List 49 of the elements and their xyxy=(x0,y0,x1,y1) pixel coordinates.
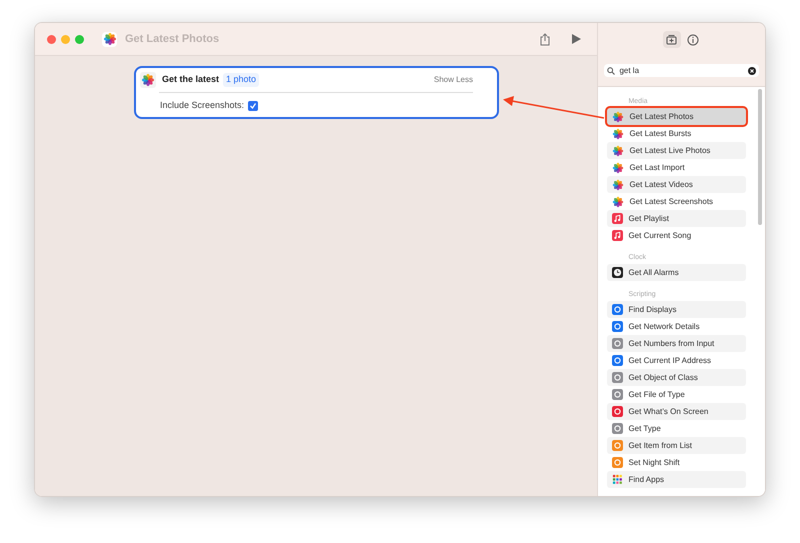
photos-icon xyxy=(612,110,624,122)
app-icon xyxy=(102,32,116,46)
photos-icon xyxy=(612,178,624,190)
action-list-item[interactable]: Get Object of Class xyxy=(607,369,746,386)
action-list-item[interactable]: Get Latest Screenshots xyxy=(607,193,746,210)
action-list-item[interactable]: Get Item from List xyxy=(607,437,746,454)
action-list-item[interactable]: Get Last Import xyxy=(607,159,746,176)
photos-icon xyxy=(612,196,624,208)
action-list-item[interactable]: Get Current Song xyxy=(607,227,746,244)
show-less-link[interactable]: Show Less xyxy=(434,74,473,86)
action-list-item[interactable]: Find Apps xyxy=(607,471,746,488)
option-label: Include Screenshots: xyxy=(160,99,244,112)
checkmark-icon xyxy=(249,102,258,110)
checkbox[interactable] xyxy=(248,100,258,111)
action-list-item[interactable]: Get Numbers from Input xyxy=(607,335,746,352)
photos-icon xyxy=(612,144,624,156)
photos-icon xyxy=(612,162,624,174)
photos-icon xyxy=(612,128,624,140)
scrollbar[interactable] xyxy=(758,89,762,225)
action-list-item[interactable]: Get Latest Live Photos xyxy=(607,142,746,159)
action-list-item[interactable]: Get Current IP Address xyxy=(607,352,746,369)
app-grid-icon xyxy=(612,474,624,485)
photos-icon xyxy=(141,73,155,87)
clear-icon[interactable] xyxy=(748,66,756,74)
action-list-item[interactable]: Get Latest Videos xyxy=(607,176,746,193)
action-list-item[interactable]: Get Network Details xyxy=(607,318,746,335)
action-list-item[interactable]: Get All Alarms xyxy=(607,264,746,281)
play-icon[interactable] xyxy=(571,34,582,44)
action-list-item[interactable]: Get Playlist xyxy=(607,210,746,227)
share-icon[interactable] xyxy=(539,32,552,46)
photo-count-token[interactable]: 1 photo xyxy=(223,73,260,87)
close-button[interactable] xyxy=(47,34,56,44)
action-list-item[interactable]: Get Latest Photos xyxy=(607,108,746,125)
window-title: Get Latest Photos xyxy=(125,32,220,47)
library-button[interactable] xyxy=(662,31,681,48)
action-list-item[interactable]: Get File of Type xyxy=(607,386,746,403)
action-list-item[interactable]: Set Night Shift xyxy=(607,454,746,471)
action-list-item[interactable]: Get What’s On Screen xyxy=(607,403,746,420)
action-list-item[interactable]: Get Type xyxy=(607,420,746,437)
clock-icon xyxy=(612,267,624,278)
info-icon[interactable] xyxy=(686,34,699,46)
music-note-icon xyxy=(612,213,624,224)
search-field[interactable]: get la xyxy=(604,64,759,77)
action-label: Get the latest xyxy=(162,73,220,86)
search-icon xyxy=(607,66,616,74)
action-list-item[interactable]: Get Latest Bursts xyxy=(607,125,746,142)
library-add-icon xyxy=(666,34,678,45)
music-note-icon xyxy=(612,230,624,241)
action-list-item[interactable]: Find Displays xyxy=(607,301,746,318)
